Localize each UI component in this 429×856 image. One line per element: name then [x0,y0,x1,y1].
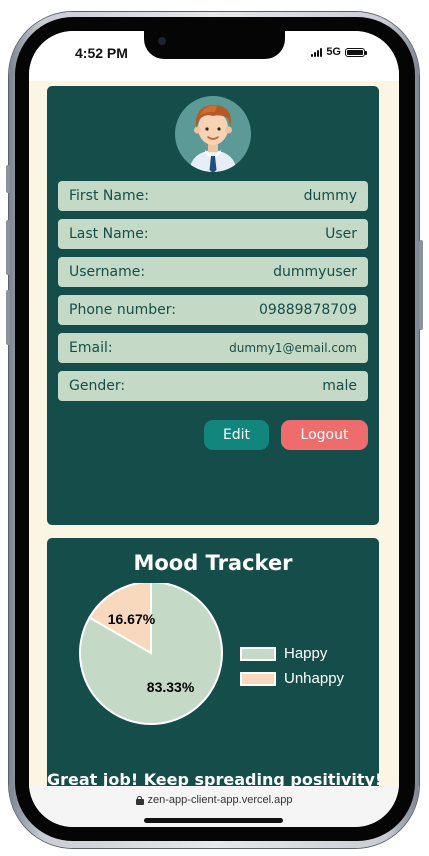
legend-label: Unhappy [284,670,345,687]
field-last-name: Last Name: User [58,219,368,249]
silent-switch [6,165,10,193]
field-label: First Name: [69,188,149,204]
status-bar: 4:52 PM 5G [29,31,399,81]
field-value: dummy [303,188,357,204]
field-label: Email: [69,340,113,356]
field-label: Username: [69,264,146,280]
legend-swatch-unhappy [240,671,276,686]
profile-card: First Name: dummy Last Name: User Userna… [47,86,379,525]
volume-down-button [6,290,10,345]
field-label: Last Name: [69,226,149,242]
legend-item-unhappy: Unhappy [240,670,344,687]
home-indicator[interactable] [144,818,283,823]
legend-label: Happy [284,645,328,662]
field-value: dummyuser [273,264,357,280]
field-label: Phone number: [69,302,176,318]
notch [144,31,285,59]
url-text: zen-app-client-app.vercel.app [147,794,293,806]
camera-icon [158,37,166,45]
power-button [419,240,423,330]
url-display[interactable]: zen-app-client-app.vercel.app [29,794,399,806]
user-avatar-icon [175,96,251,172]
mood-tracker-card: Mood Tracker 83.33% 16.67% Happy Unhappy … [47,538,382,798]
page-content[interactable]: First Name: dummy Last Name: User Userna… [29,81,399,798]
status-time: 4:52 PM [75,45,128,61]
field-email: Email: dummy1@email.com [58,333,368,363]
field-username: Username: dummyuser [58,257,368,287]
network-label: 5G [326,46,341,58]
status-indicators: 5G [311,46,367,58]
field-value: male [322,378,357,394]
pie-label-unhappy: 16.67% [108,611,156,627]
legend-swatch-happy [240,646,276,661]
field-label: Gender: [69,378,126,394]
screen: 4:52 PM 5G First Name: dummy Last Name: … [29,31,399,827]
pie-label-happy: 83.33% [147,679,195,695]
legend-item-happy: Happy [240,645,327,662]
field-value: User [325,226,357,242]
field-gender: Gender: male [58,371,368,401]
lock-icon [135,795,144,805]
battery-icon [345,47,367,57]
edit-button[interactable]: Edit [204,420,269,450]
signal-icon [311,47,323,57]
field-value: 09889878709 [259,302,357,318]
logout-button[interactable]: Logout [281,420,368,450]
field-value: dummy1@email.com [229,341,357,355]
field-phone-number: Phone number: 09889878709 [58,295,368,325]
field-first-name: First Name: dummy [58,181,368,211]
volume-up-button [6,220,10,275]
mood-pie-chart: 83.33% 16.67% [79,583,223,725]
mood-tracker-title: Mood Tracker [133,551,293,575]
